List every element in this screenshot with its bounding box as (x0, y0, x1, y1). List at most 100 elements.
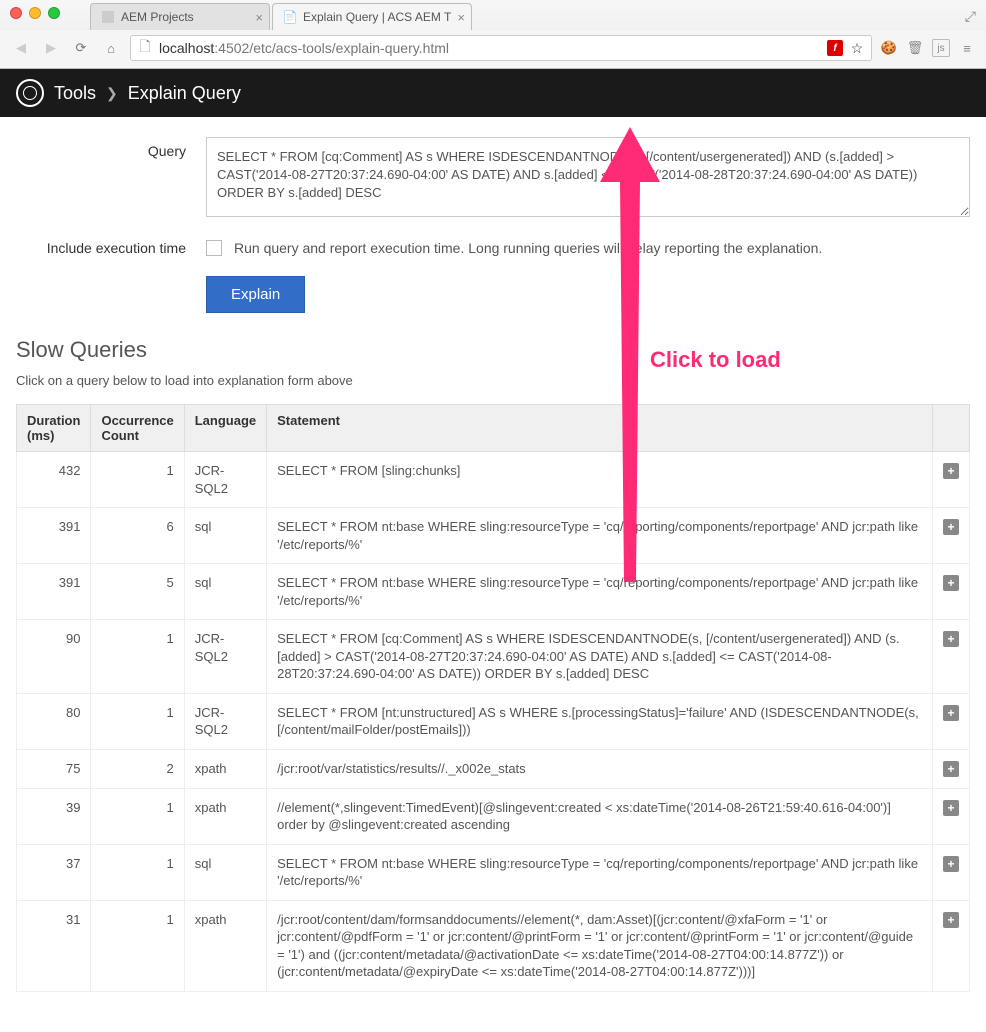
table-row[interactable]: 752xpath/jcr:root/var/statistics/results… (17, 750, 970, 789)
table-row[interactable]: 4321JCR-SQL2SELECT * FROM [sling:chunks]… (17, 452, 970, 508)
browser-tabs: AEM Projects × 📄 Explain Query | ACS AEM… (0, 0, 986, 30)
table-row[interactable]: 3915sqlSELECT * FROM nt:base WHERE sling… (17, 564, 970, 620)
table-row[interactable]: 901JCR-SQL2SELECT * FROM [cq:Comment] AS… (17, 620, 970, 694)
url-path: /etc/acs-tools/explain-query.html (249, 40, 449, 56)
cell-language: xpath (184, 788, 266, 844)
cell-duration: 391 (17, 508, 91, 564)
col-header-duration[interactable]: Duration (ms) (17, 405, 91, 452)
browser-tab-explain-query[interactable]: 📄 Explain Query | ACS AEM T × (272, 3, 472, 30)
bucket-icon[interactable]: 🗑 (906, 39, 924, 57)
cell-duration: 432 (17, 452, 91, 508)
annotation-text: Click to load (650, 347, 781, 373)
cell-action: + (933, 508, 970, 564)
cell-occurrence: 1 (91, 788, 184, 844)
fullscreen-icon[interactable]: ⤢ (965, 8, 976, 25)
exec-time-row: Include execution time Run query and rep… (16, 240, 970, 256)
url-port: :4502 (214, 40, 249, 56)
cell-language: xpath (184, 750, 266, 789)
table-row[interactable]: 391xpath//element(*,slingevent:TimedEven… (17, 788, 970, 844)
cell-language: JCR-SQL2 (184, 620, 266, 694)
cell-statement: SELECT * FROM [nt:unstructured] AS s WHE… (267, 693, 933, 749)
tab-title: Explain Query | ACS AEM T (303, 10, 451, 24)
cell-language: sql (184, 564, 266, 620)
table-row[interactable]: 311xpath/jcr:root/content/dam/formsanddo… (17, 900, 970, 991)
address-bar[interactable]: 🗋 localhost:4502/etc/acs-tools/explain-q… (130, 35, 872, 61)
slow-queries-subtitle: Click on a query below to load into expl… (16, 373, 970, 388)
favicon-icon: 📄 (283, 10, 297, 24)
back-button[interactable]: ◀ (10, 37, 32, 59)
cell-statement: /jcr:root/content/dam/formsanddocuments/… (267, 900, 933, 991)
plus-icon[interactable]: + (943, 912, 959, 928)
cell-action: + (933, 750, 970, 789)
cell-duration: 75 (17, 750, 91, 789)
table-row[interactable]: 3916sqlSELECT * FROM nt:base WHERE sling… (17, 508, 970, 564)
bookmark-star-icon[interactable]: ☆ (849, 40, 865, 56)
cell-duration: 80 (17, 693, 91, 749)
slow-queries-table: Duration (ms) Occurrence Count Language … (16, 404, 970, 992)
breadcrumb-current: Explain Query (128, 83, 241, 104)
cell-occurrence: 1 (91, 693, 184, 749)
cell-language: JCR-SQL2 (184, 452, 266, 508)
exec-time-label: Include execution time (16, 240, 206, 256)
cookie-icon[interactable]: 🍪 (880, 39, 898, 57)
submit-row: Explain (16, 276, 970, 313)
window-minimize-button[interactable] (29, 7, 41, 19)
plus-icon[interactable]: + (943, 705, 959, 721)
plus-icon[interactable]: + (943, 631, 959, 647)
cell-occurrence: 1 (91, 452, 184, 508)
slow-queries-heading: Slow Queries (16, 337, 970, 363)
window-close-button[interactable] (10, 7, 22, 19)
app-header: Tools ❯ Explain Query (0, 69, 986, 117)
cell-statement: SELECT * FROM nt:base WHERE sling:resour… (267, 508, 933, 564)
favicon-icon (101, 10, 115, 24)
traffic-lights (0, 0, 70, 26)
page-icon: 🗋 (137, 40, 153, 56)
cell-duration: 391 (17, 564, 91, 620)
plus-icon[interactable]: + (943, 575, 959, 591)
cell-statement: //element(*,slingevent:TimedEvent)[@slin… (267, 788, 933, 844)
forward-button[interactable]: ▶ (40, 37, 62, 59)
cell-statement: SELECT * FROM [sling:chunks] (267, 452, 933, 508)
cell-duration: 37 (17, 844, 91, 900)
chevron-right-icon: ❯ (106, 85, 118, 102)
plus-icon[interactable]: + (943, 761, 959, 777)
home-button[interactable]: ⌂ (100, 37, 122, 59)
table-row[interactable]: 371sqlSELECT * FROM nt:base WHERE sling:… (17, 844, 970, 900)
cell-statement: SELECT * FROM [cq:Comment] AS s WHERE IS… (267, 620, 933, 694)
close-icon[interactable]: × (457, 10, 465, 25)
flash-icon[interactable]: f (827, 40, 843, 56)
js-icon[interactable]: js (932, 39, 950, 57)
plus-icon[interactable]: + (943, 800, 959, 816)
cell-statement: SELECT * FROM nt:base WHERE sling:resour… (267, 844, 933, 900)
plus-icon[interactable]: + (943, 519, 959, 535)
col-header-statement[interactable]: Statement (267, 405, 933, 452)
cell-action: + (933, 693, 970, 749)
menu-icon[interactable]: ≡ (958, 39, 976, 57)
breadcrumb-root[interactable]: Tools (54, 83, 96, 104)
col-header-language[interactable]: Language (184, 405, 266, 452)
tab-title: AEM Projects (121, 10, 194, 24)
browser-tab-aem-projects[interactable]: AEM Projects × (90, 3, 270, 30)
close-icon[interactable]: × (255, 10, 263, 25)
col-header-action (933, 405, 970, 452)
cell-occurrence: 5 (91, 564, 184, 620)
exec-time-checkbox[interactable] (206, 240, 222, 256)
plus-icon[interactable]: + (943, 463, 959, 479)
query-textarea[interactable] (206, 137, 970, 217)
cell-occurrence: 6 (91, 508, 184, 564)
cell-occurrence: 1 (91, 900, 184, 991)
cell-action: + (933, 788, 970, 844)
app-logo-icon[interactable] (16, 79, 44, 107)
col-header-occurrence[interactable]: Occurrence Count (91, 405, 184, 452)
plus-icon[interactable]: + (943, 856, 959, 872)
exec-time-description: Run query and report execution time. Lon… (234, 240, 822, 256)
cell-occurrence: 2 (91, 750, 184, 789)
reload-button[interactable]: ⟳ (70, 37, 92, 59)
table-row[interactable]: 801JCR-SQL2SELECT * FROM [nt:unstructure… (17, 693, 970, 749)
explain-button[interactable]: Explain (206, 276, 305, 313)
cell-duration: 90 (17, 620, 91, 694)
cell-occurrence: 1 (91, 620, 184, 694)
cell-action: + (933, 452, 970, 508)
window-zoom-button[interactable] (48, 7, 60, 19)
cell-language: xpath (184, 900, 266, 991)
